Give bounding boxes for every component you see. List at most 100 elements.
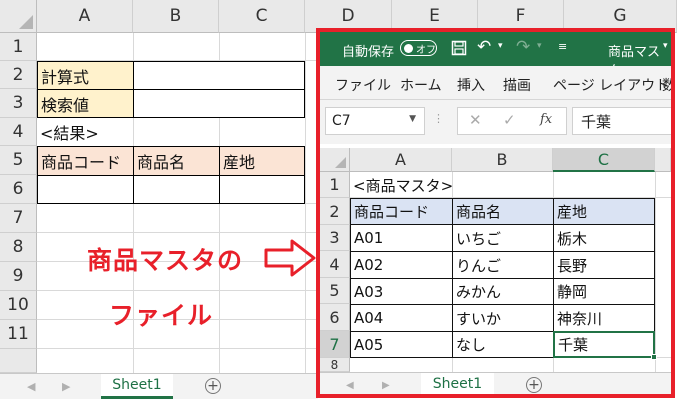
scroll-tabs-right-icon[interactable]: ▶	[62, 380, 70, 393]
search-value-input-cell[interactable]	[133, 89, 305, 118]
gridline	[37, 348, 317, 349]
master-row-origin[interactable]: 栃木	[553, 224, 655, 252]
autosave-state: オフ	[416, 44, 436, 56]
scroll-tabs-right-icon[interactable]: ▶	[382, 380, 390, 391]
cancel-icon[interactable]: ✕	[469, 111, 482, 129]
row-header-11[interactable]: 11	[0, 320, 37, 349]
row-header-10[interactable]: 10	[0, 291, 37, 320]
autosave-toggle[interactable]: オフ	[400, 40, 437, 56]
gridline	[37, 290, 317, 291]
save-icon[interactable]	[451, 40, 467, 60]
result-label[interactable]: <結果>	[40, 118, 99, 146]
name-box-dropdown-icon[interactable]: ▼	[409, 114, 416, 124]
row-header-6[interactable]: 6	[320, 304, 350, 331]
header-origin-cell[interactable]: 産地	[219, 146, 305, 176]
row-header-1[interactable]: 1	[320, 172, 350, 198]
column-header-a[interactable]: A	[37, 0, 133, 33]
formula-input-cell[interactable]	[133, 61, 305, 90]
row-header-3[interactable]: 3	[0, 89, 37, 118]
column-header-a[interactable]: A	[350, 148, 452, 172]
file-name-dropdown-icon[interactable]: ▾	[663, 41, 668, 51]
tab-page-layout[interactable]: ページ レイアウト	[553, 75, 669, 95]
column-header-d[interactable]	[655, 148, 671, 172]
name-box[interactable]: C7 ▼	[325, 107, 425, 135]
master-header-code[interactable]: 商品コード	[350, 198, 453, 225]
search-value-label-cell[interactable]: 検索値	[37, 89, 134, 118]
select-all-corner[interactable]	[320, 148, 350, 172]
formula-input[interactable]: 千葉	[572, 107, 671, 135]
selected-cell-c7[interactable]: 千葉	[553, 331, 655, 358]
row-header-5[interactable]: 5	[320, 278, 350, 304]
row-header-4[interactable]: 4	[320, 251, 350, 278]
row-header-8[interactable]: 8	[0, 233, 37, 262]
master-row-code[interactable]: A05	[350, 331, 453, 358]
master-row-code[interactable]: A02	[350, 251, 453, 279]
add-sheet-icon[interactable]: +	[205, 378, 221, 394]
sheet-tab-sheet1[interactable]: Sheet1	[421, 373, 494, 394]
master-row-name[interactable]: すいか	[452, 304, 554, 332]
redo-icon[interactable]: ↷	[516, 37, 530, 57]
row-header-6[interactable]: 6	[0, 175, 37, 204]
row-header-4[interactable]: 4	[0, 118, 37, 146]
master-header-name[interactable]: 商品名	[452, 198, 554, 225]
tab-draw[interactable]: 描画	[503, 75, 531, 95]
undo-dropdown-icon[interactable]: ▾	[498, 41, 503, 51]
formula-bar-grip-icon: ⋮	[433, 112, 444, 125]
tab-formulas[interactable]: 数	[662, 75, 671, 95]
tab-insert[interactable]: 挿入	[457, 75, 485, 95]
enter-icon[interactable]: ✓	[503, 111, 516, 129]
row-header-3[interactable]: 3	[320, 225, 350, 251]
sheet-tab-bar: ◀ ▶ Sheet1 +	[320, 372, 671, 394]
column-header-b[interactable]: B	[133, 0, 219, 33]
result-origin-cell[interactable]	[219, 175, 305, 204]
master-row-origin[interactable]: 神奈川	[553, 304, 655, 332]
column-header-b[interactable]: B	[452, 148, 553, 172]
row-header-2[interactable]: 2	[320, 198, 350, 225]
master-row-name[interactable]: みかん	[452, 278, 554, 305]
tab-home[interactable]: ホーム	[400, 75, 442, 95]
master-row-origin[interactable]: 静岡	[553, 278, 655, 305]
insert-function-icon[interactable]: fx	[540, 112, 552, 127]
row-header-2[interactable]: 2	[0, 61, 37, 89]
row-header-7[interactable]: 7	[0, 204, 37, 233]
master-header-origin[interactable]: 産地	[553, 198, 655, 225]
row-header-7[interactable]: 7	[320, 331, 350, 358]
scroll-tabs-left-icon[interactable]: ◀	[27, 380, 35, 393]
scroll-tabs-left-icon[interactable]: ◀	[346, 380, 354, 391]
customize-toolbar-icon[interactable]: ≡	[558, 40, 567, 53]
master-row-name[interactable]: りんご	[452, 251, 554, 279]
formula-buttons: ✕ ✓ fx	[457, 107, 567, 135]
header-product-code-cell[interactable]: 商品コード	[37, 146, 134, 176]
master-row-origin[interactable]: 長野	[553, 251, 655, 279]
row-header-1[interactable]: 1	[0, 33, 37, 61]
callout-line-2: ファイル	[109, 301, 214, 330]
column-header-c[interactable]: C	[219, 0, 305, 33]
formula-label-cell[interactable]: 計算式	[37, 61, 134, 90]
master-row-code[interactable]: A03	[350, 278, 453, 305]
result-name-cell[interactable]	[133, 175, 220, 204]
master-title-cell[interactable]: <商品マスタ>	[350, 172, 453, 198]
title-bar: 自動保存 オフ ↶ ▾ ↷ ▾ ≡ 商品マスタ ▾	[320, 32, 671, 79]
redo-dropdown-icon[interactable]: ▾	[537, 41, 542, 51]
row-header-9[interactable]: 9	[0, 262, 37, 291]
master-row-code[interactable]: A01	[350, 224, 453, 252]
formula-bar: C7 ▼ ⋮ ✕ ✓ fx 千葉	[320, 100, 671, 144]
result-code-cell[interactable]	[37, 175, 134, 204]
column-header-c[interactable]: C	[553, 148, 655, 172]
master-row-name[interactable]: いちご	[452, 224, 554, 252]
select-all-corner[interactable]	[0, 0, 37, 33]
tab-file[interactable]: ファイル	[335, 75, 391, 95]
row-header-8[interactable]: 8	[320, 358, 350, 372]
header-product-name-cell[interactable]: 商品名	[133, 146, 220, 176]
sheet-tab-sheet1[interactable]: Sheet1	[101, 374, 173, 399]
master-row-code[interactable]: A04	[350, 304, 453, 332]
callout-line-1: 商品マスタの	[87, 246, 244, 275]
worksheet-grid: A B C 1 2 3 4 5 6 7 8 <商品マスタ> 商品コード 商品名 …	[320, 148, 671, 372]
gridline	[37, 232, 317, 233]
add-sheet-icon[interactable]: +	[526, 377, 542, 393]
fill-handle[interactable]	[651, 354, 657, 360]
undo-icon[interactable]: ↶	[477, 37, 491, 57]
row-header-12[interactable]	[0, 349, 37, 373]
master-row-name[interactable]: なし	[452, 331, 554, 358]
row-header-5[interactable]: 5	[0, 146, 37, 175]
